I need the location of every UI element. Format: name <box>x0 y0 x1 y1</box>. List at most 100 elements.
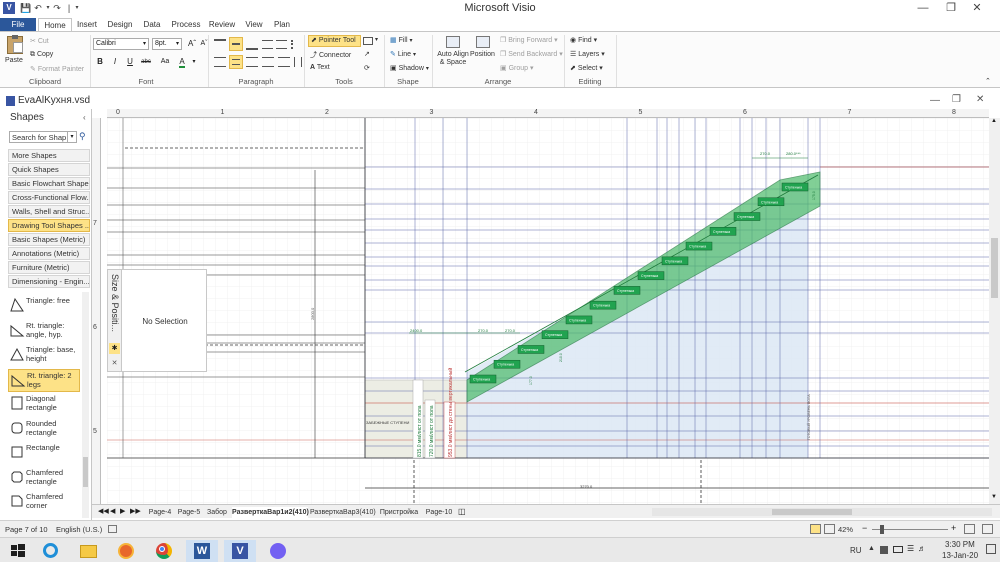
horizontal-ruler[interactable]: 0 1 2 3 4 5 6 7 8 <box>107 109 989 118</box>
stair-step[interactable]: Ступенька <box>709 227 737 236</box>
page-indicator[interactable]: Page 7 of 10 <box>5 525 48 534</box>
close-button[interactable]: ✕ <box>964 0 990 16</box>
switch-windows-icon[interactable] <box>982 524 993 534</box>
doc-restore-button[interactable]: ❐ <box>952 94 961 105</box>
page-tab[interactable]: Пристройка <box>376 507 422 518</box>
stair-step[interactable]: Ступенька <box>661 256 689 266</box>
full-screen-icon[interactable] <box>810 524 821 534</box>
insert-page-icon[interactable]: ◫ <box>458 507 466 516</box>
stair-step[interactable]: Ступенька <box>469 374 497 384</box>
format-painter-button[interactable]: ✎ Format Painter <box>30 65 84 73</box>
stencil-item[interactable]: Cross-Functional Flow... <box>8 191 90 204</box>
stair-step[interactable]: Ступенька <box>781 182 809 192</box>
tab-home[interactable]: Home <box>38 18 72 32</box>
first-page-icon[interactable]: ◀◀ <box>98 507 109 515</box>
font-size-select[interactable]: 8pt. ▾ <box>152 38 182 50</box>
presentation-mode-icon[interactable] <box>824 524 835 534</box>
stair-step[interactable]: Ступенька <box>541 330 569 339</box>
stair-step[interactable]: Ступенька <box>493 359 521 369</box>
stencil-item[interactable]: Annotations (Metric) <box>8 247 90 260</box>
zoom-level[interactable]: 42% <box>838 525 853 534</box>
tab-design[interactable]: Design <box>105 18 135 32</box>
minimize-button[interactable]: — <box>910 0 936 16</box>
select-button[interactable]: ⬈ Select ▾ <box>570 64 603 72</box>
vertical-scrollbar[interactable]: ▲ ▼ <box>989 118 1000 504</box>
input-language[interactable]: RU <box>850 546 862 555</box>
clock-date[interactable]: 13-Jan-20 <box>942 551 978 560</box>
rectangle-tool-icon[interactable] <box>363 37 373 45</box>
stencil-item[interactable]: More Shapes <box>8 149 90 162</box>
visio-taskbar-icon[interactable]: V <box>224 540 256 562</box>
prev-page-icon[interactable]: ◀ <box>110 507 115 515</box>
stair-step[interactable]: Ступенька <box>589 300 617 310</box>
windows-start-icon[interactable] <box>2 540 34 562</box>
tab-process[interactable]: Process <box>170 18 202 32</box>
fill-button[interactable]: ▦ Fill ▾ <box>390 36 413 44</box>
distribute-icon[interactable] <box>278 57 290 67</box>
shape-master[interactable]: Diagonal rectangle <box>8 393 80 416</box>
maximize-button[interactable]: ❐ <box>938 0 964 16</box>
scroll-down-icon[interactable]: ▼ <box>991 494 997 500</box>
underline-button[interactable]: U <box>124 56 136 68</box>
close-window-icon[interactable]: ✕ <box>109 358 120 369</box>
stencil-item[interactable]: Basic Flowchart Shape... <box>8 177 90 190</box>
auto-align-button[interactable]: Auto Align & Space <box>436 35 470 73</box>
cut-button[interactable]: ✂ Cut <box>30 37 49 45</box>
zoom-out-icon[interactable]: − <box>862 523 867 533</box>
word-icon[interactable]: W <box>186 540 218 562</box>
page-tab[interactable]: Page-5 <box>176 507 202 518</box>
stencil-item[interactable]: Dimensioning - Engin... <box>8 275 90 288</box>
doc-close-button[interactable]: ✕ <box>976 94 984 105</box>
file-explorer-icon[interactable] <box>72 540 104 562</box>
layers-button[interactable]: ☰ Layers ▾ <box>570 50 605 58</box>
send-backward-button[interactable]: ❐ Send Backward ▾ <box>500 50 563 58</box>
scroll-thumb[interactable] <box>991 238 998 298</box>
rectangle-tool-dropdown-icon[interactable]: ▾ <box>375 36 378 43</box>
internet-explorer-icon[interactable] <box>34 540 66 562</box>
stair-step[interactable]: Ступенька <box>637 271 665 280</box>
dropdown-icon[interactable]: ▾ <box>67 132 76 142</box>
shape-master[interactable]: Rectangle <box>8 442 80 465</box>
shape-master[interactable]: Triangle: free <box>8 295 80 318</box>
tab-insert[interactable]: Insert <box>74 18 100 32</box>
page-tab[interactable]: Забор <box>204 507 230 518</box>
shape-master[interactable]: Chamfered corner <box>8 491 80 514</box>
firefox-icon[interactable] <box>110 540 142 562</box>
stair-step[interactable]: Ступенька <box>613 286 641 295</box>
collapse-shapes-icon[interactable]: ‹ <box>83 113 86 122</box>
decrease-indent-icon[interactable] <box>262 40 273 49</box>
tab-data[interactable]: Data <box>140 18 164 32</box>
connector-button[interactable]: ⤴ Connector <box>310 50 351 60</box>
stair-step[interactable]: Ступенька <box>757 197 785 207</box>
increase-indent-icon[interactable] <box>276 40 287 49</box>
italic-button[interactable]: I <box>109 56 121 68</box>
align-right-icon[interactable] <box>246 57 258 67</box>
shape-master[interactable]: Triangle: base, height <box>8 344 80 367</box>
stencil-item[interactable]: Drawing Tool Shapes ... <box>8 219 90 232</box>
next-page-icon[interactable]: ▶ <box>120 507 125 515</box>
search-icon[interactable]: ⚲ <box>79 131 86 142</box>
grow-font-icon[interactable]: Aˆ <box>186 38 198 50</box>
show-hidden-icons[interactable]: ▲ <box>868 545 875 552</box>
zoom-slider[interactable] <box>872 525 948 534</box>
collapse-ribbon-icon[interactable]: ⌃ <box>985 77 991 85</box>
last-page-icon[interactable]: ▶▶ <box>130 507 141 515</box>
vertical-ruler[interactable]: 7 6 5 <box>92 118 101 504</box>
shape-master[interactable]: Rt. triangle: 2 legs <box>8 368 80 392</box>
tray-app-icon[interactable] <box>880 546 888 554</box>
shape-master[interactable]: Chamfered rectangle <box>8 467 80 490</box>
shape-master[interactable]: Rounded rectangle <box>8 418 80 441</box>
page-tab[interactable]: Page-4 <box>146 507 174 518</box>
stencil-item[interactable]: Walls, Shell and Struc... <box>8 205 90 218</box>
horizontal-scrollbar[interactable] <box>652 508 992 516</box>
tab-plan[interactable]: Plan <box>271 18 293 32</box>
drawing-svg[interactable]: Ступенька Ступенька Ступенька Ступенька Ступ… <box>107 118 989 504</box>
shapes-scrollbar[interactable] <box>82 292 89 518</box>
page-tab[interactable]: РазверткаВар3(410) <box>310 507 376 518</box>
zoom-in-icon[interactable]: + <box>951 523 956 533</box>
fit-page-icon[interactable] <box>964 524 975 534</box>
stair-step[interactable]: Ступенька <box>733 212 761 221</box>
font-color-dropdown-icon[interactable]: ▾ <box>188 56 200 68</box>
paste-button[interactable]: Paste <box>4 35 26 69</box>
align-bottom-icon[interactable] <box>246 39 258 50</box>
